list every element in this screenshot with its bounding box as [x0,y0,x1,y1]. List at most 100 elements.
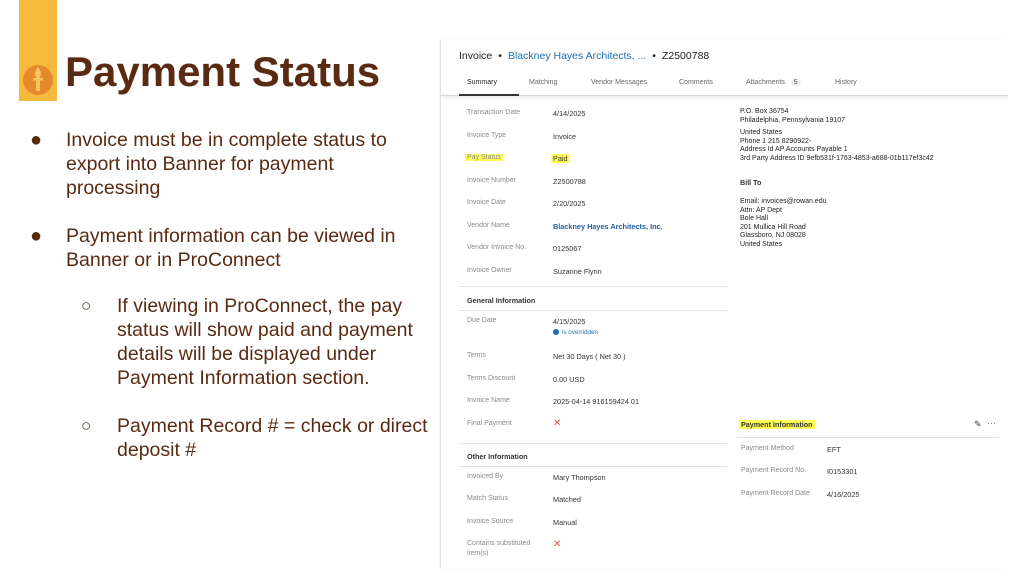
field-label: Invoice Owner [467,267,512,274]
torch-logo-icon [23,65,53,95]
field-label: Final Payment [467,420,512,427]
sub-bullet-ring-icon: ○ [81,416,92,435]
slide-title: Payment Status [65,48,381,95]
breadcrumb-invoice-number: Z2500788 [661,50,710,62]
address-line: Attn: AP Dept [740,206,782,214]
overridden-text: is overridden [562,329,599,336]
field-value: Suzanne Flynn [553,267,602,276]
address-line: Philadelphia, Pennsylvania 19107 [740,116,846,124]
divider [459,466,727,467]
pay-status-label: Pay Status [465,154,503,161]
bullet-dot-icon: ● [30,129,43,151]
breadcrumb-root[interactable]: Invoice [459,50,492,62]
field-label: Match Status [467,495,508,502]
field-value: 4/15/2025 [553,317,586,326]
breadcrumb-vendor-link[interactable]: Blackney Hayes Architects, ... [508,50,646,62]
bullet-text: Invoice must be in complete status to ex… [66,129,387,199]
field-label: Invoice Number [467,177,517,184]
sub-bullet-item: ○ If viewing in ProConnect, the pay stat… [30,294,430,390]
x-mark-icon: ✕ [553,418,562,429]
breadcrumb-separator: • [652,50,656,62]
field-value: 0.00 USD [553,375,585,384]
payment-info-heading: Payment Information [739,420,815,429]
field-value: Mary Thompson [553,473,606,482]
bullet-dot-icon: ● [30,225,43,247]
pencil-icon[interactable]: ✎ [974,419,982,430]
sub-bullet-text: Payment Record # = check or direct depos… [117,415,428,461]
field-label: Invoice Source [467,518,514,525]
bullet-text: Payment information can be viewed in Ban… [66,225,396,271]
field-label: Due Date [467,317,497,324]
active-tab-indicator [459,94,519,96]
payment-method-value: EFT [827,445,841,454]
field-label: Vendor Name [467,222,510,229]
field-label: Invoice Name [467,397,510,404]
bill-to-heading: Bill To [740,178,762,187]
tab-comments[interactable]: Comments [679,79,713,86]
tab-attachments-label: Attachments [746,79,785,86]
field-label: Contains substituted [467,540,531,547]
bill-to-address: Email: invoices@rowan.edu Attn: AP Dept … [740,198,826,250]
x-mark-icon: ✕ [553,539,562,550]
more-options-icon[interactable]: ··· [987,418,996,428]
remit-to-address: P.O. Box 36754 Philadelphia, Pennsylvani… [740,108,934,164]
breadcrumb: Invoice • Blackney Hayes Architects, ... • Z… [459,50,709,62]
tab-attachments[interactable]: Attachments 5 [746,79,801,86]
payment-record-no-value: I0153301 [827,467,858,476]
field-value: 0125067 [553,244,582,253]
field-value: Z2500788 [553,177,586,186]
info-icon [553,329,559,335]
breadcrumb-separator: • [498,50,502,62]
address-line: P.O. Box 36754 [740,108,789,115]
field-label: Invoiced By [467,473,504,480]
address-line: United States [740,240,783,248]
sub-bullet-ring-icon: ○ [81,296,92,315]
sub-bullet-item: ○ Payment Record # = check or direct dep… [30,414,430,462]
address-line: Phone 1 215 8290922- [740,137,812,145]
bullet-item: ● Invoice must be in complete status to … [30,128,430,200]
field-label: Invoice Date [467,199,506,206]
general-info-heading: General Information [467,296,536,305]
field-label: Terms Discount [467,375,516,382]
payment-record-date-value: 4/16/2025 [827,490,860,499]
divider [459,286,727,287]
tab-summary[interactable]: Summary [467,79,497,86]
field-value: Invoice [553,132,577,141]
field-label: Vendor Invoice No. [467,244,527,251]
address-line: Email: invoices@rowan.edu [740,198,827,205]
tab-history[interactable]: History [835,79,857,86]
field-label: Payment Record No. [741,467,806,474]
field-label: Payment Method [741,445,794,452]
field-value: 4/14/2025 [553,109,586,118]
bullet-list: ● Invoice must be in complete status to … [30,128,430,462]
bullet-item: ● Payment information can be viewed in B… [30,224,430,272]
address-line: United States [740,129,783,137]
field-label-continued: item(s) [467,550,489,557]
field-value: Net 30 Days ( Net 30 ) [553,352,626,361]
divider [459,443,727,444]
field-value: Matched [553,495,581,504]
field-label: Invoice Type [467,132,507,139]
field-value: 2025-04-14 916159424 01 [553,397,640,406]
address-line: Address Id AP Accounts Payable 1 [740,146,848,154]
field-label: Transaction Date [467,109,521,116]
vendor-name-link[interactable]: Blackney Hayes Architects, Inc. [553,222,663,231]
address-line: 201 Mullica Hill Road [740,223,806,231]
tab-vendor-messages[interactable]: Vendor Messages [591,79,647,86]
address-line: Bole Hall [740,215,769,223]
field-label: Payment Record Date [741,490,810,497]
divider [459,310,727,311]
pay-status-value: Paid [551,154,570,163]
tab-bar: Summary Matching Vendor Messages Comment… [441,74,1008,96]
field-value: Manual [553,518,577,527]
field-value: 2/20/2025 [553,199,586,208]
sub-bullet-text: If viewing in ProConnect, the pay status… [117,295,413,389]
address-line: Glassboro, NJ 08028 [740,232,806,240]
tab-matching[interactable]: Matching [529,79,557,86]
attachments-count-badge: 5 [790,79,801,86]
field-label: Terms [467,352,487,359]
address-line: 3rd Party Address ID 9efb531f-1763-4853-… [740,154,934,162]
overridden-note[interactable]: is overridden [553,329,598,336]
divider [737,437,999,438]
invoice-screenshot: Invoice • Blackney Hayes Architects, ... • Z… [440,40,1008,568]
